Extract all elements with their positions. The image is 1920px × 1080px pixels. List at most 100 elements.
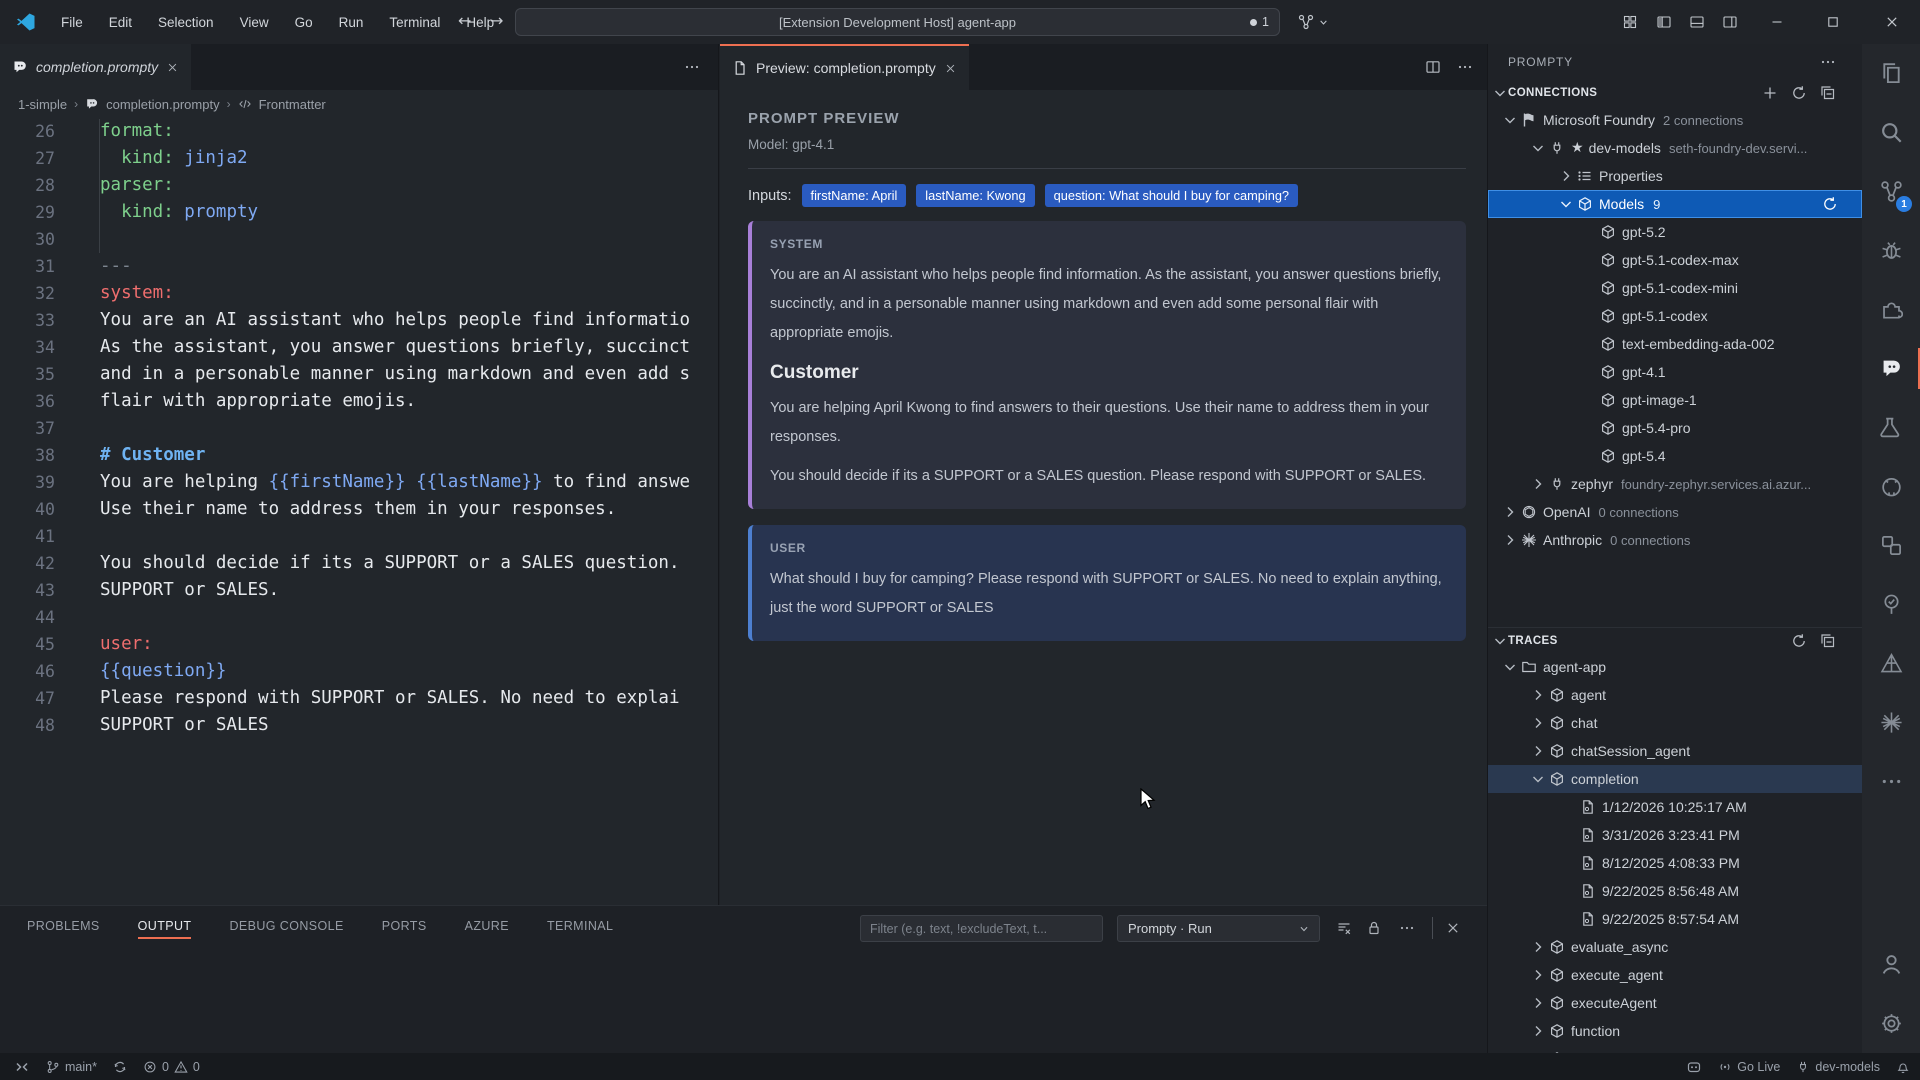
nav-back-icon[interactable]: ← [458, 11, 471, 30]
refresh-traces-icon[interactable] [1791, 633, 1807, 649]
git-branch-status[interactable]: main* [46, 1060, 97, 1074]
customize-layout-icon[interactable] [1622, 14, 1638, 30]
menu-terminal[interactable]: Terminal [376, 7, 453, 37]
tab-completion-prompty[interactable]: completion.prompty [0, 44, 191, 90]
tree-item-trace[interactable]: chat [1488, 709, 1862, 737]
tree-item-trace[interactable]: evaluate_async [1488, 933, 1862, 961]
activity-source-control[interactable]: 1 [1862, 162, 1920, 221]
remote-indicator[interactable] [14, 1059, 30, 1075]
tab-problems[interactable]: PROBLEMS [27, 906, 100, 946]
tab-close-icon[interactable] [166, 61, 179, 74]
command-center-search[interactable]: [Extension Development Host] agent-app 1 [515, 8, 1280, 36]
tab-debug-console[interactable]: DEBUG CONSOLE [229, 906, 343, 946]
add-connection-icon[interactable] [1762, 85, 1778, 101]
tree-item-anthropic[interactable]: Anthropic0 connections [1488, 526, 1862, 554]
tab-ports[interactable]: PORTS [382, 906, 427, 946]
sidebar-more-actions-icon[interactable] [1820, 54, 1836, 70]
toggle-panel-icon[interactable] [1689, 14, 1705, 30]
collapse-all-icon[interactable] [1820, 633, 1836, 649]
activity-testing[interactable] [1862, 398, 1920, 457]
activity-github[interactable] [1862, 457, 1920, 516]
tree-item-trace-run[interactable]: 9/22/2025 8:56:48 AM [1488, 877, 1862, 905]
input-chip-firstname[interactable]: firstName: April [802, 184, 907, 207]
editor-actions-more-icon[interactable] [684, 59, 700, 75]
toggle-sidebar-icon[interactable] [1656, 14, 1672, 30]
tree-item-trace[interactable]: function [1488, 1017, 1862, 1045]
menu-edit[interactable]: Edit [96, 7, 145, 37]
collapse-all-icon[interactable] [1820, 85, 1836, 101]
menu-file[interactable]: File [48, 7, 96, 37]
sync-button[interactable] [113, 1060, 127, 1074]
activity-more-views[interactable] [1862, 752, 1920, 811]
activity-explorer[interactable] [1862, 44, 1920, 103]
session-dropdown-button[interactable] [1298, 9, 1330, 35]
breadcrumb-folder[interactable]: 1-simple [18, 97, 67, 112]
dev-models-connection-status[interactable]: dev-models [1796, 1060, 1880, 1074]
activity-search[interactable] [1862, 103, 1920, 162]
tree-item-trace[interactable]: agent [1488, 681, 1862, 709]
tree-item-zephyr[interactable]: zephyrfoundry-zephyr.services.ai.azur... [1488, 470, 1862, 498]
output-channel-select[interactable]: Prompty · Run [1117, 915, 1320, 942]
notifications-button[interactable] [1896, 1060, 1910, 1074]
menu-go[interactable]: Go [282, 7, 326, 37]
menu-selection[interactable]: Selection [145, 7, 227, 37]
activity-triangle-tool[interactable] [1862, 634, 1920, 693]
tab-close-icon[interactable] [944, 62, 957, 75]
panel-more-actions-icon[interactable] [1399, 920, 1415, 936]
tab-terminal[interactable]: TERMINAL [547, 906, 613, 946]
tree-item-model[interactable]: gpt-4.1 [1488, 358, 1862, 386]
tree-item-dev-models[interactable]: ★ dev-modelsseth-foundry-dev.servi... [1488, 134, 1862, 162]
tree-item-model[interactable]: gpt-5.4-pro [1488, 414, 1862, 442]
close-panel-icon[interactable] [1445, 920, 1461, 936]
breadcrumb-file[interactable]: completion.prompty [106, 97, 219, 112]
tree-item-model[interactable]: gpt-5.1-codex-mini [1488, 274, 1862, 302]
tree-item-properties[interactable]: Properties [1488, 162, 1862, 190]
activity-references[interactable] [1862, 516, 1920, 575]
tree-item-trace[interactable]: executeAgent [1488, 989, 1862, 1017]
activity-todo-tree[interactable] [1862, 575, 1920, 634]
tree-item-model[interactable]: gpt-5.1-codex [1488, 302, 1862, 330]
traces-section-header[interactable]: TRACES [1488, 627, 1862, 653]
tab-azure[interactable]: AZURE [465, 906, 509, 946]
tree-item-model[interactable]: gpt-image-1 [1488, 386, 1862, 414]
tree-item-trace-run[interactable]: 8/12/2025 4:08:33 PM [1488, 849, 1862, 877]
window-minimize-icon[interactable] [1769, 14, 1785, 30]
go-live-button[interactable]: Go Live [1718, 1060, 1780, 1074]
output-filter-input[interactable]: Filter (e.g. text, !excludeText, t... [860, 915, 1103, 942]
menu-run[interactable]: Run [326, 7, 377, 37]
tree-item-model[interactable]: text-embedding-ada-002 [1488, 330, 1862, 358]
tree-item-microsoft-foundry[interactable]: Microsoft Foundry2 connections [1488, 106, 1862, 134]
toggle-secondary-sidebar-icon[interactable] [1722, 14, 1738, 30]
activity-debug[interactable] [1862, 221, 1920, 280]
editor-actions-more-icon[interactable] [1457, 59, 1473, 75]
lock-scroll-icon[interactable] [1366, 920, 1382, 936]
window-maximize-icon[interactable] [1825, 14, 1841, 30]
refresh-connections-icon[interactable] [1791, 85, 1807, 101]
copilot-status[interactable] [1686, 1059, 1702, 1075]
input-chip-lastname[interactable]: lastName: Kwong [916, 184, 1034, 207]
tree-item-models[interactable]: Models9 [1488, 190, 1862, 218]
input-chip-question[interactable]: question: What should I buy for camping? [1045, 184, 1298, 207]
tree-item-trace-run[interactable]: 9/22/2025 8:57:54 AM [1488, 905, 1862, 933]
breadcrumb-symbol[interactable]: Frontmatter [259, 97, 326, 112]
menu-view[interactable]: View [227, 7, 282, 37]
tree-item-agent-app[interactable]: agent-app [1488, 653, 1862, 681]
tab-output[interactable]: OUTPUT [138, 906, 192, 946]
tree-item-trace-clipped[interactable] [1488, 1045, 1862, 1053]
window-close-icon[interactable] [1884, 14, 1900, 30]
tree-item-trace[interactable]: chatSession_agent [1488, 737, 1862, 765]
tree-item-model[interactable]: gpt-5.1-codex-max [1488, 246, 1862, 274]
tree-item-model[interactable]: gpt-5.4 [1488, 442, 1862, 470]
code-editor[interactable]: 26format: 27 kind: jinja2 28parser: 29 k… [0, 118, 718, 905]
refresh-models-icon[interactable] [1822, 196, 1838, 212]
settings-button[interactable] [1862, 994, 1920, 1053]
tree-item-trace-run[interactable]: 1/12/2026 10:25:17 AM [1488, 793, 1862, 821]
connections-section-header[interactable]: CONNECTIONS [1488, 80, 1862, 106]
account-button[interactable] [1862, 935, 1920, 994]
activity-prompty[interactable] [1862, 339, 1920, 398]
split-editor-icon[interactable] [1425, 59, 1441, 75]
tree-item-trace-run[interactable]: 3/31/2026 3:23:41 PM [1488, 821, 1862, 849]
activity-claude[interactable] [1862, 693, 1920, 752]
clear-output-icon[interactable] [1336, 920, 1352, 936]
problems-status[interactable]: 0 0 [143, 1060, 200, 1074]
